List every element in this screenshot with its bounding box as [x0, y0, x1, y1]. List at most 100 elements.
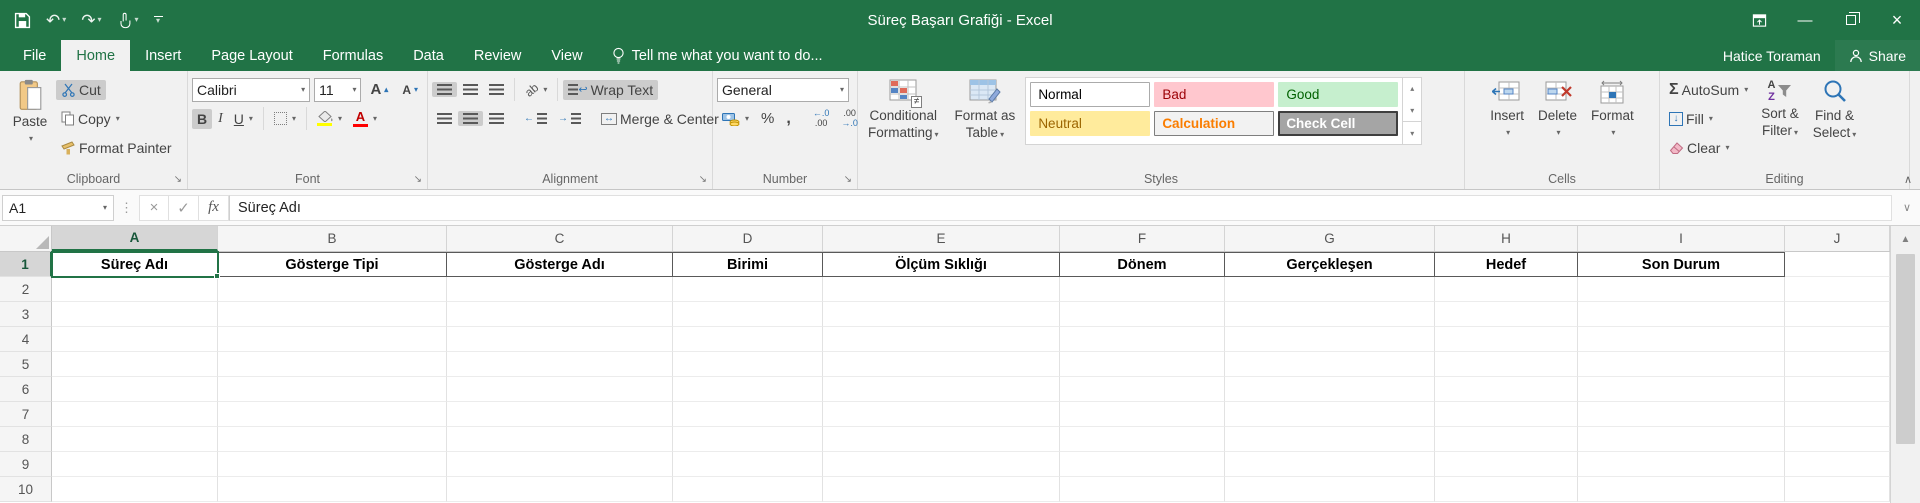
ribbon-display-options-button[interactable] [1736, 0, 1782, 40]
cell-J8[interactable] [1785, 427, 1890, 452]
column-header-E[interactable]: E [823, 226, 1060, 251]
row-header-6[interactable]: 6 [0, 377, 52, 402]
cell-I10[interactable] [1578, 477, 1785, 502]
cell-A10[interactable] [52, 477, 218, 502]
cell-H3[interactable] [1435, 302, 1578, 327]
name-box-dropdown-icon[interactable]: ▾ [103, 203, 107, 212]
cell-G6[interactable] [1225, 377, 1435, 402]
cell-E6[interactable] [823, 377, 1060, 402]
gallery-scroll-up-icon[interactable]: ▴ [1403, 78, 1421, 100]
cell-H7[interactable] [1435, 402, 1578, 427]
wrap-text-button[interactable]: ↩ Wrap Text [563, 79, 659, 100]
cell-style-check-cell[interactable]: Check Cell [1278, 111, 1399, 136]
cell-A8[interactable] [52, 427, 218, 452]
cell-style-bad[interactable]: Bad [1154, 82, 1275, 107]
cell-D4[interactable] [673, 327, 823, 352]
cell-B8[interactable] [218, 427, 447, 452]
autosum-dropdown-icon[interactable]: ▾ [1744, 85, 1748, 94]
fill-color-dropdown-icon[interactable]: ▾ [338, 114, 342, 123]
font-dialog-launcher[interactable]: ↘ [414, 175, 422, 185]
cell-F10[interactable] [1060, 477, 1225, 502]
row-header-7[interactable]: 7 [0, 402, 52, 427]
cell-F3[interactable] [1060, 302, 1225, 327]
orientation-button[interactable]: ab ▾ [520, 80, 552, 99]
restore-button[interactable] [1828, 0, 1874, 40]
tab-insert[interactable]: Insert [130, 40, 196, 71]
cell-E5[interactable] [823, 352, 1060, 377]
fill-dropdown-icon[interactable]: ▾ [1709, 114, 1713, 123]
vertical-scrollbar[interactable]: ▲ [1890, 226, 1920, 503]
column-header-A[interactable]: A [52, 226, 218, 251]
cell-D9[interactable] [673, 452, 823, 477]
number-dialog-launcher[interactable]: ↘ [844, 175, 852, 185]
cell-D2[interactable] [673, 277, 823, 302]
cell-E4[interactable] [823, 327, 1060, 352]
sort-filter-button[interactable]: AZ Sort & Filter ▾ [1755, 75, 1805, 167]
format-dropdown-icon[interactable]: ▾ [1611, 128, 1615, 138]
column-header-I[interactable]: I [1578, 226, 1785, 251]
minimize-button[interactable]: — [1782, 0, 1828, 40]
collapse-ribbon-button[interactable]: ∧ [1904, 173, 1912, 186]
insert-dropdown-icon[interactable]: ▾ [1506, 128, 1510, 138]
cell-H4[interactable] [1435, 327, 1578, 352]
cell-B2[interactable] [218, 277, 447, 302]
align-right-button[interactable] [484, 111, 509, 126]
orientation-dropdown-icon[interactable]: ▾ [543, 85, 547, 94]
row-header-5[interactable]: 5 [0, 352, 52, 377]
cell-D6[interactable] [673, 377, 823, 402]
cell-I8[interactable] [1578, 427, 1785, 452]
cell-F8[interactable] [1060, 427, 1225, 452]
cell-J6[interactable] [1785, 377, 1890, 402]
column-header-C[interactable]: C [447, 226, 673, 251]
underline-button[interactable]: U ▾ [229, 109, 258, 129]
column-header-B[interactable]: B [218, 226, 447, 251]
find-select-dropdown-icon[interactable]: ▾ [1852, 130, 1856, 139]
conditional-formatting-button[interactable]: ≠ Conditional Formatting ▾ [862, 75, 945, 167]
row-header-4[interactable]: 4 [0, 327, 52, 352]
cell-F1[interactable]: Dönem [1060, 252, 1225, 277]
fill-color-button[interactable]: ▾ [312, 109, 347, 128]
cell-style-calculation[interactable]: Calculation [1154, 111, 1275, 136]
percent-style-button[interactable]: % [756, 108, 779, 129]
font-name-combo[interactable]: Calibri ▾ [192, 77, 311, 102]
cell-C6[interactable] [447, 377, 673, 402]
row-header-10[interactable]: 10 [0, 477, 52, 502]
cell-J1[interactable] [1785, 252, 1890, 277]
cell-H9[interactable] [1435, 452, 1578, 477]
cell-A9[interactable] [52, 452, 218, 477]
cell-H8[interactable] [1435, 427, 1578, 452]
cell-C4[interactable] [447, 327, 673, 352]
cell-J3[interactable] [1785, 302, 1890, 327]
cell-B9[interactable] [218, 452, 447, 477]
cell-G7[interactable] [1225, 402, 1435, 427]
borders-dropdown-icon[interactable]: ▾ [292, 114, 296, 123]
clear-button[interactable]: Clear ▾ [1664, 138, 1734, 158]
cell-J10[interactable] [1785, 477, 1890, 502]
column-header-F[interactable]: F [1060, 226, 1225, 251]
comma-style-button[interactable]: , [781, 108, 795, 130]
cell-H5[interactable] [1435, 352, 1578, 377]
cell-B1[interactable]: Gösterge Tipi [218, 252, 447, 277]
fill-handle[interactable] [214, 273, 220, 279]
cell-E9[interactable] [823, 452, 1060, 477]
cell-B5[interactable] [218, 352, 447, 377]
name-box[interactable]: A1 ▾ [2, 194, 114, 221]
column-header-D[interactable]: D [673, 226, 823, 251]
number-format-combo[interactable]: General ▾ [717, 77, 849, 102]
format-as-table-button[interactable]: Format as Table ▾ [949, 75, 1022, 167]
tab-page-layout[interactable]: Page Layout [196, 40, 307, 71]
cancel-button[interactable]: × [139, 194, 169, 221]
cell-H6[interactable] [1435, 377, 1578, 402]
cell-D3[interactable] [673, 302, 823, 327]
cell-I5[interactable] [1578, 352, 1785, 377]
cell-D10[interactable] [673, 477, 823, 502]
tab-view[interactable]: View [536, 40, 597, 71]
cell-B10[interactable] [218, 477, 447, 502]
format-as-table-dropdown-icon[interactable]: ▾ [1000, 130, 1004, 139]
underline-dropdown-icon[interactable]: ▾ [249, 114, 253, 123]
cell-C9[interactable] [447, 452, 673, 477]
cell-G1[interactable]: Gerçekleşen [1225, 252, 1435, 277]
cell-E10[interactable] [823, 477, 1060, 502]
clear-dropdown-icon[interactable]: ▾ [1725, 143, 1729, 152]
cell-G5[interactable] [1225, 352, 1435, 377]
